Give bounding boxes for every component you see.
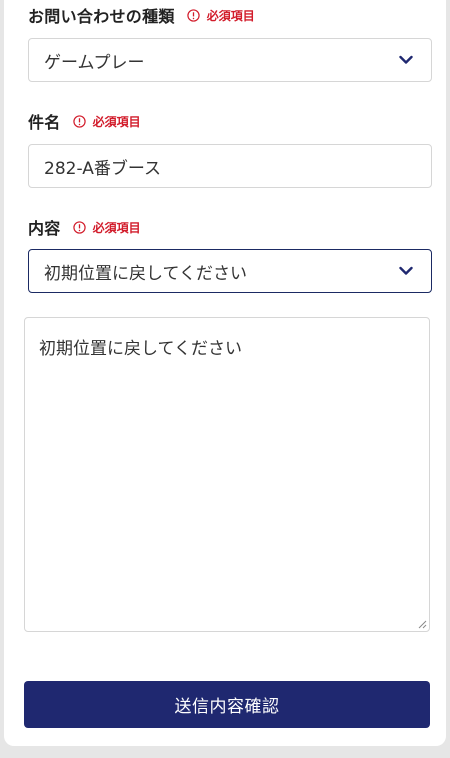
required-indicator: 必須項目 [72,219,141,236]
required-indicator: 必須項目 [72,113,141,130]
content-label: 内容 [28,219,61,238]
form-card: お問い合わせの種類 必須項目 ゲームプレー 件名 必須項目 282-A番ブース … [4,0,446,746]
content-textarea[interactable]: 初期位置に戻してください [24,317,430,632]
inquiry-type-value: ゲームプレー [44,52,145,73]
required-text: 必須項目 [92,220,141,235]
subject-label-row: 件名 必須項目 [28,110,141,132]
alert-circle-icon [187,8,200,22]
inquiry-type-label: お問い合わせの種類 [28,7,175,26]
required-text: 必須項目 [206,8,255,23]
alert-circle-icon [72,220,86,234]
content-body: 初期位置に戻してください [39,339,242,359]
content-label-row: 内容 必須項目 [28,216,141,238]
resize-handle-icon[interactable] [417,619,427,629]
alert-circle-icon [72,114,86,128]
subject-input[interactable]: 282-A番ブース [28,144,432,188]
inquiry-type-select[interactable]: ゲームプレー [28,38,432,82]
content-select[interactable]: 初期位置に戻してください [28,249,432,293]
chevron-down-icon [399,266,413,275]
required-indicator: 必須項目 [187,7,255,24]
inquiry-type-label-row: お問い合わせの種類 必須項目 [28,4,255,26]
confirm-submit-button[interactable]: 送信内容確認 [24,681,430,728]
subject-label: 件名 [28,113,61,132]
content-value: 初期位置に戻してください [44,263,247,284]
subject-value: 282-A番ブース [44,158,161,179]
required-text: 必須項目 [92,114,141,129]
chevron-down-icon [399,55,413,64]
